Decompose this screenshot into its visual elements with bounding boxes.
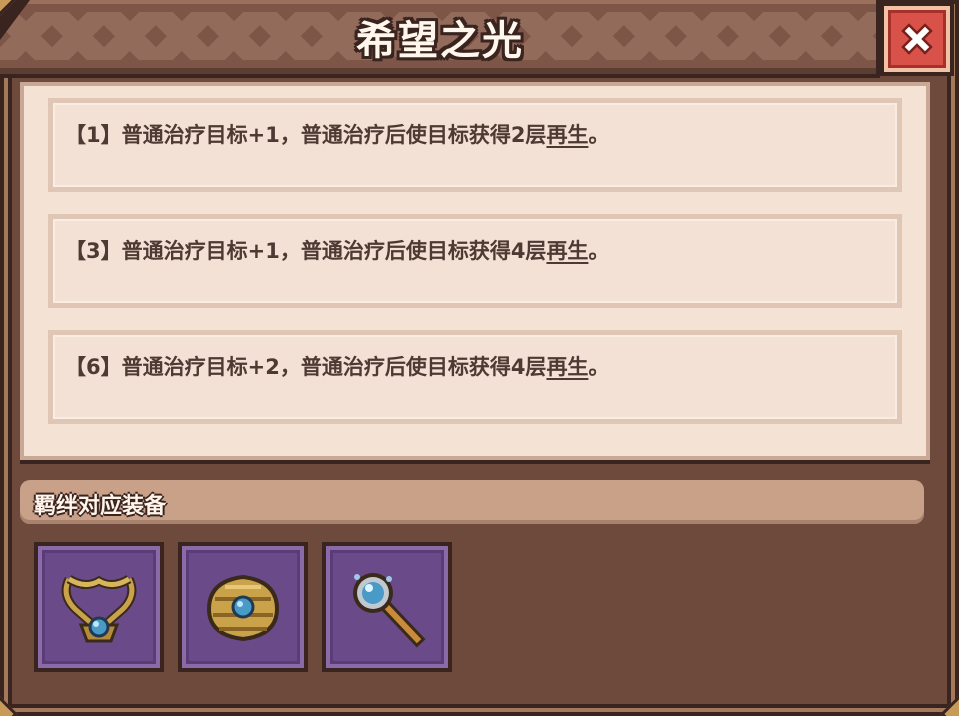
keyword-link-regen[interactable]: 再生 <box>546 239 588 263</box>
close-icon <box>901 23 933 55</box>
title-bar: 希望之光 <box>0 0 880 78</box>
effect-suffix: 。 <box>588 355 610 379</box>
keyword-link-regen[interactable]: 再生 <box>546 123 588 147</box>
equipment-slot-frame[interactable] <box>182 546 304 668</box>
effect-card-1: 【1】普通治疗目标+1，普通治疗后使目标获得2层再生。 <box>48 98 902 192</box>
dialog-title: 希望之光 <box>356 18 524 64</box>
effect-desc: 【3】普通治疗目标+1，普通治疗后使目标获得4层 <box>65 239 547 263</box>
effect-card-3: 【3】普通治疗目标+1，普通治疗后使目标获得4层再生。 <box>48 214 902 308</box>
equipment-slot-3[interactable] <box>322 542 452 672</box>
effect-text: 【3】普通治疗目标+1，普通治疗后使目标获得4层再生。 <box>65 235 609 265</box>
keyword-link-regen[interactable]: 再生 <box>546 355 588 379</box>
effect-suffix: 。 <box>588 239 610 263</box>
shell-charm-icon <box>206 574 280 642</box>
amulet-icon <box>61 575 137 643</box>
bond-equipment-header: 羁绊对应装备 <box>20 480 924 524</box>
effect-card-6: 【6】普通治疗目标+2，普通治疗后使目标获得4层再生。 <box>48 330 902 424</box>
effect-suffix: 。 <box>588 123 610 147</box>
magnifier-staff-icon <box>353 573 426 648</box>
effect-desc: 【6】普通治疗目标+2，普通治疗后使目标获得4层 <box>65 355 547 379</box>
bond-equipment-title: 羁绊对应装备 <box>34 494 167 519</box>
effect-text: 【1】普通治疗目标+1，普通治疗后使目标获得2层再生。 <box>65 119 609 149</box>
equipment-slot-frame[interactable] <box>326 546 448 668</box>
close-button[interactable] <box>880 2 954 76</box>
equipment-slot-frame[interactable] <box>38 546 160 668</box>
equipment-slot-2[interactable] <box>178 542 308 672</box>
close-button-face[interactable] <box>884 6 950 72</box>
equipment-slot-1[interactable] <box>34 542 164 672</box>
effects-panel: 【1】普通治疗目标+1，普通治疗后使目标获得2层再生。 【3】普通治疗目标+1，… <box>20 82 930 460</box>
effect-text: 【6】普通治疗目标+2，普通治疗后使目标获得4层再生。 <box>65 351 609 381</box>
effect-desc: 【1】普通治疗目标+1，普通治疗后使目标获得2层 <box>65 123 547 147</box>
